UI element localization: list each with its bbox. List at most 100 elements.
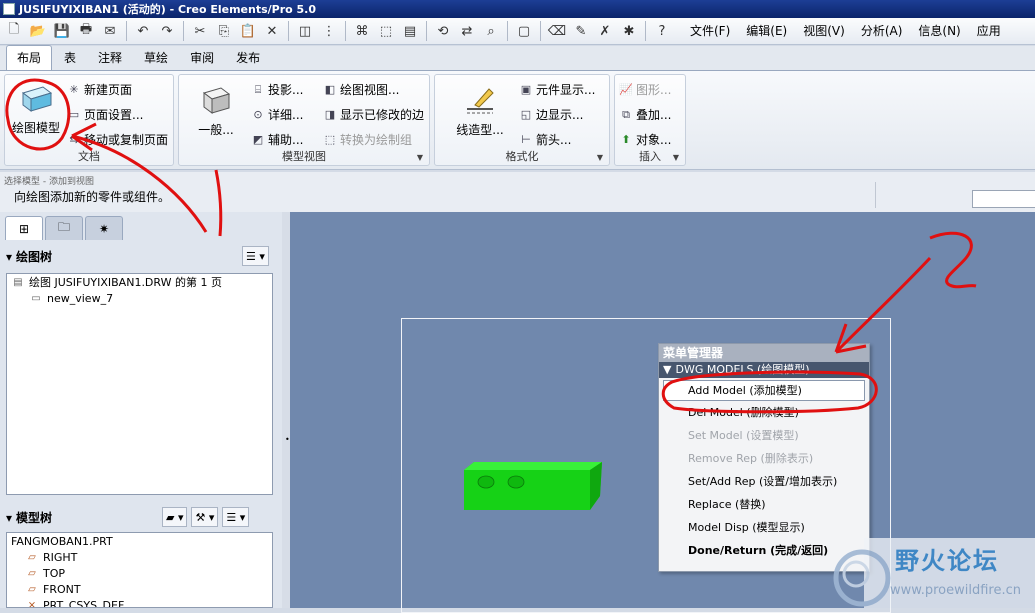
move-copy-sheet-label: 移动或复制页面 bbox=[84, 133, 169, 147]
redo-icon[interactable]: ↷ bbox=[157, 21, 177, 41]
new-sheet-button[interactable]: ✳ 新建页面 bbox=[67, 81, 132, 98]
remove-rep-item[interactable]: Remove Rep (删除表示) bbox=[659, 447, 869, 470]
tree-row[interactable]: ▱ RIGHT bbox=[7, 549, 272, 565]
email-icon[interactable]: ✉ bbox=[100, 21, 120, 41]
tab-sketch[interactable]: 草绘 bbox=[134, 46, 178, 70]
folder-tab-icon[interactable]: 🗀 bbox=[45, 216, 83, 240]
favorites-tab-icon[interactable]: ✷ bbox=[85, 216, 123, 240]
menu-edit[interactable]: 编辑(E) bbox=[738, 18, 795, 45]
tools-icon[interactable]: ⚒ ▾ bbox=[191, 507, 219, 527]
drawing-view-button[interactable]: ◧ 绘图视图... bbox=[323, 81, 400, 98]
general-view-label: 一般... bbox=[198, 123, 234, 137]
object-button[interactable]: ⬆ 对象... bbox=[619, 131, 671, 148]
collapse-icon[interactable]: ▾ bbox=[6, 250, 12, 264]
model-disp-item[interactable]: Model Disp (模型显示) bbox=[659, 516, 869, 539]
command-input[interactable] bbox=[972, 190, 1035, 208]
copy-icon[interactable]: ⎘ bbox=[214, 21, 234, 41]
datum-icon[interactable]: ✗ bbox=[595, 21, 615, 41]
add-model-item[interactable]: Add Model (添加模型) bbox=[663, 380, 865, 401]
page-setup-button[interactable]: ▭ 页面设置... bbox=[67, 106, 144, 123]
datum-axis-icon[interactable]: ✱ bbox=[619, 21, 639, 41]
graph-label: 图形... bbox=[636, 83, 672, 97]
line-style-button[interactable]: 线造型... bbox=[453, 83, 507, 138]
help-icon[interactable]: ? bbox=[652, 21, 672, 41]
drawing-tree-tools: ☰ ▾ bbox=[242, 246, 269, 266]
title-bar: JUSIFUYIXIBAN1 (活动的) - Creo Elements/Pro… bbox=[0, 0, 1035, 18]
show-modified-edges-button[interactable]: ◨ 显示已修改的边 bbox=[323, 106, 424, 123]
edge-display-button[interactable]: ◱ 边显示... bbox=[519, 106, 584, 123]
find-icon[interactable]: ⌘ bbox=[352, 21, 372, 41]
move-copy-sheet-button[interactable]: ⇆ 移动或复制页面 bbox=[67, 131, 168, 148]
open-folder-icon[interactable]: 📂 bbox=[28, 21, 48, 41]
save-icon[interactable]: 💾 bbox=[52, 21, 72, 41]
convert-to-draft-group-button[interactable]: ⬚ 转换为绘制组 bbox=[323, 131, 412, 148]
model-display-icon[interactable]: ▰ ▾ bbox=[162, 507, 188, 527]
model-tree-header[interactable]: ▾ 模型树 bbox=[6, 509, 52, 526]
collapse-icon[interactable]: ▾ bbox=[6, 511, 12, 525]
tab-table[interactable]: 表 bbox=[54, 46, 86, 70]
tree-settings-icon[interactable]: ☰ ▾ bbox=[222, 507, 250, 527]
zoom-icon[interactable]: ⌕ bbox=[481, 21, 501, 41]
refresh-icon[interactable]: ⇄ bbox=[457, 21, 477, 41]
menu-manager-header[interactable]: ▼ DWG MODELS (绘图模型) bbox=[659, 362, 869, 378]
group-expand-icon[interactable]: ▼ bbox=[673, 153, 679, 162]
splitter-grip-icon[interactable]: • bbox=[285, 435, 290, 444]
drawing-tree-header[interactable]: ▾ 绘图树 bbox=[6, 248, 52, 265]
info-icon[interactable]: ▤ bbox=[400, 21, 420, 41]
general-view-button[interactable]: 一般... bbox=[191, 83, 241, 138]
menu-view[interactable]: 视图(V) bbox=[795, 18, 853, 45]
collapse-icon[interactable]: ▼ bbox=[663, 362, 671, 378]
tree-settings-icon[interactable]: ☰ ▾ bbox=[242, 246, 269, 266]
set-add-rep-item[interactable]: Set/Add Rep (设置/增加表示) bbox=[659, 470, 869, 493]
eraser-icon[interactable]: ⌫ bbox=[547, 21, 567, 41]
set-model-item[interactable]: Set Model (设置模型) bbox=[659, 424, 869, 447]
detailed-button[interactable]: ⊙ 详细... bbox=[251, 106, 303, 123]
regenerate-icon[interactable]: ⟲ bbox=[433, 21, 453, 41]
tree-icon[interactable]: ⋮ bbox=[319, 21, 339, 41]
toolbar-divider bbox=[540, 21, 541, 41]
del-model-item[interactable]: Del Model (删除模型) bbox=[659, 401, 869, 424]
tree-row[interactable]: ▭ new_view_7 bbox=[7, 290, 272, 306]
tree-row[interactable]: ▤ 绘图 JUSIFUYIXIBAN1.DRW 的第 1 页 bbox=[7, 274, 272, 290]
drawing-models-button[interactable]: 绘图模型 bbox=[9, 81, 63, 136]
print-icon[interactable]: 🖶 bbox=[76, 21, 96, 41]
tab-annotate[interactable]: 注释 bbox=[88, 46, 132, 70]
group-expand-icon[interactable]: ▼ bbox=[417, 153, 423, 162]
view-icon[interactable]: ▢ bbox=[514, 21, 534, 41]
tab-review[interactable]: 审阅 bbox=[180, 46, 224, 70]
menu-file[interactable]: 文件(F) bbox=[682, 18, 738, 45]
menu-analysis[interactable]: 分析(A) bbox=[853, 18, 911, 45]
app-icon bbox=[3, 3, 15, 15]
tab-publish[interactable]: 发布 bbox=[226, 46, 270, 70]
graph-button[interactable]: 📈 图形... bbox=[619, 81, 671, 98]
part-model[interactable] bbox=[462, 460, 604, 514]
replace-item[interactable]: Replace (替换) bbox=[659, 493, 869, 516]
tab-layout[interactable]: 布局 bbox=[6, 45, 53, 70]
paste-icon[interactable]: 📋 bbox=[238, 21, 258, 41]
delete-icon[interactable]: ✕ bbox=[262, 21, 282, 41]
menu-applications[interactable]: 应用 bbox=[969, 18, 1009, 45]
tree-row[interactable]: ▱ TOP bbox=[7, 565, 272, 581]
layers-icon[interactable]: ◫ bbox=[295, 21, 315, 41]
arrows-button[interactable]: ⊢ 箭头... bbox=[519, 131, 571, 148]
tree-row[interactable]: ⨯ PRT_CSYS_DEF bbox=[7, 597, 272, 608]
tree-row[interactable]: ▱ FRONT bbox=[7, 581, 272, 597]
menu-info[interactable]: 信息(N) bbox=[910, 18, 968, 45]
select-box-icon[interactable]: ⬚ bbox=[376, 21, 396, 41]
component-display-label: 元件显示... bbox=[536, 83, 596, 97]
drawing-tree-title: 绘图树 bbox=[16, 250, 53, 264]
panel-splitter[interactable] bbox=[282, 212, 290, 608]
new-file-icon[interactable]: 🗋 bbox=[4, 21, 24, 41]
projection-button[interactable]: ⌸ 投影... bbox=[251, 81, 304, 98]
overlay-button[interactable]: ⧉ 叠加... bbox=[619, 106, 671, 123]
auxiliary-button[interactable]: ◩ 辅助... bbox=[251, 131, 304, 148]
undo-icon[interactable]: ↶ bbox=[133, 21, 153, 41]
toolbar-divider bbox=[126, 21, 127, 41]
group-expand-icon[interactable]: ▼ bbox=[597, 153, 603, 162]
auxiliary-icon: ◩ bbox=[252, 133, 264, 146]
cut-icon[interactable]: ✂ bbox=[190, 21, 210, 41]
tree-tab-icon[interactable]: ⊞ bbox=[5, 216, 43, 240]
tree-row[interactable]: FANGMOBAN1.PRT bbox=[7, 533, 272, 549]
component-display-button[interactable]: ▣ 元件显示... bbox=[519, 81, 596, 98]
edit-icon[interactable]: ✎ bbox=[571, 21, 591, 41]
